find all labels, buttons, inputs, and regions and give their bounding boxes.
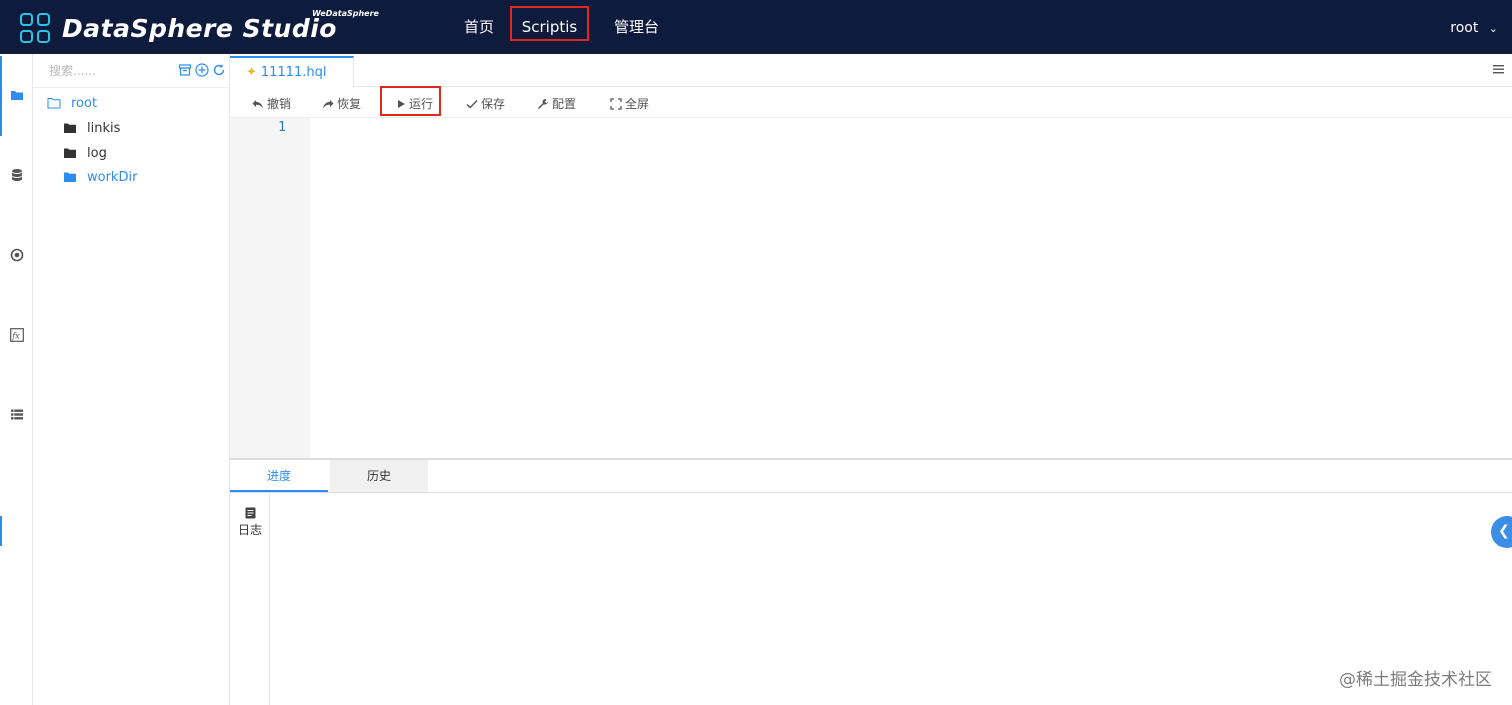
grid-logo-icon xyxy=(20,13,50,43)
editor-toolbar: 撤销 恢复 运行 保存 配置 全屏 xyxy=(230,86,1512,118)
save-button[interactable]: 保存 xyxy=(466,95,505,112)
chevron-down-icon: ⌄ xyxy=(1488,22,1498,35)
log-rail: 日志 xyxy=(230,493,270,705)
active-indicator xyxy=(0,516,2,546)
line-number-gutter: 1 xyxy=(230,118,310,458)
folder-outline-icon xyxy=(47,98,61,109)
tree-node-log[interactable]: log xyxy=(63,143,107,163)
search-input[interactable] xyxy=(49,62,169,80)
tree-node-label: root xyxy=(71,95,98,111)
target-icon[interactable] xyxy=(10,248,24,262)
active-indicator xyxy=(0,56,2,136)
archive-icon[interactable] xyxy=(178,63,192,77)
brand-logo[interactable]: DataSphere Studio xyxy=(20,11,337,45)
run-button[interactable]: 运行 xyxy=(396,95,433,112)
left-rail: fx xyxy=(0,54,33,705)
tab-label: 11111.hql xyxy=(260,65,327,80)
result-tabs: 进度 历史 xyxy=(230,460,1512,493)
nav-scriptis[interactable]: Scriptis xyxy=(510,0,589,54)
line-number: 1 xyxy=(278,120,286,135)
database-icon[interactable] xyxy=(10,168,24,182)
log-button[interactable]: 日志 xyxy=(230,507,270,538)
tab-history[interactable]: 历史 xyxy=(330,460,428,492)
tree-node-label: workDir xyxy=(87,169,138,185)
folder-icon xyxy=(64,172,76,182)
redo-button[interactable]: 恢复 xyxy=(322,95,361,112)
refresh-icon[interactable] xyxy=(212,63,226,77)
tree-node-label: log xyxy=(87,145,107,161)
table-icon[interactable] xyxy=(10,408,24,422)
log-label: 日志 xyxy=(237,523,262,537)
check-icon xyxy=(466,99,478,108)
svg-text:fx: fx xyxy=(11,332,20,341)
highlight-box xyxy=(510,6,589,41)
user-menu[interactable]: root ⌄ xyxy=(1450,0,1498,54)
hive-icon: ✦ xyxy=(246,65,257,80)
tree-node-label: linkis xyxy=(87,120,121,136)
play-icon xyxy=(398,99,405,108)
tree-node-linkis[interactable]: linkis xyxy=(63,118,120,138)
tree-node-workdir[interactable]: workDir xyxy=(63,167,137,187)
undo-button[interactable]: 撤销 xyxy=(252,95,291,112)
user-name: root xyxy=(1450,20,1479,36)
file-tree-panel: root linkis log workDir xyxy=(33,54,230,705)
undo-label: 撤销 xyxy=(267,97,292,111)
folder-icon[interactable] xyxy=(10,88,24,102)
folder-icon xyxy=(64,123,76,133)
nav-home[interactable]: 首页 xyxy=(464,0,494,54)
tab-11111-hql[interactable]: ✦ 11111.hql xyxy=(230,56,354,87)
tree-node-root[interactable]: root xyxy=(47,93,97,113)
collapse-button[interactable]: ❮ xyxy=(1491,516,1512,548)
menu-icon[interactable] xyxy=(1493,64,1504,75)
tab-progress[interactable]: 进度 xyxy=(230,460,328,492)
run-label: 运行 xyxy=(409,97,434,111)
sidebar-tools xyxy=(178,63,226,77)
brand-name: DataSphere Studio xyxy=(62,13,337,43)
code-editor[interactable] xyxy=(310,118,1512,458)
wrench-icon xyxy=(538,98,548,109)
watermark: @稀土掘金技术社区 xyxy=(1339,670,1492,690)
chevron-left-icon: ❮ xyxy=(1498,523,1510,539)
config-button[interactable]: 配置 xyxy=(537,95,576,112)
document-icon xyxy=(245,507,255,519)
save-label: 保存 xyxy=(481,97,506,111)
add-circle-icon[interactable] xyxy=(195,63,209,77)
brand-subtitle: WeDataSphere xyxy=(312,9,379,18)
fullscreen-label: 全屏 xyxy=(625,97,650,111)
script-tab-bar: ✦ 11111.hql xyxy=(230,54,1512,87)
divider xyxy=(33,87,230,88)
folder-icon xyxy=(64,148,76,158)
fullscreen-button[interactable]: 全屏 xyxy=(610,95,649,112)
top-bar: DataSphere Studio WeDataSphere 首页 Script… xyxy=(0,0,1512,54)
function-icon[interactable]: fx xyxy=(10,328,24,342)
config-label: 配置 xyxy=(552,97,577,111)
undo-icon xyxy=(252,99,263,108)
redo-label: 恢复 xyxy=(337,97,362,111)
nav-console[interactable]: 管理台 xyxy=(614,0,659,54)
fullscreen-icon xyxy=(610,97,622,110)
redo-icon xyxy=(323,99,334,108)
